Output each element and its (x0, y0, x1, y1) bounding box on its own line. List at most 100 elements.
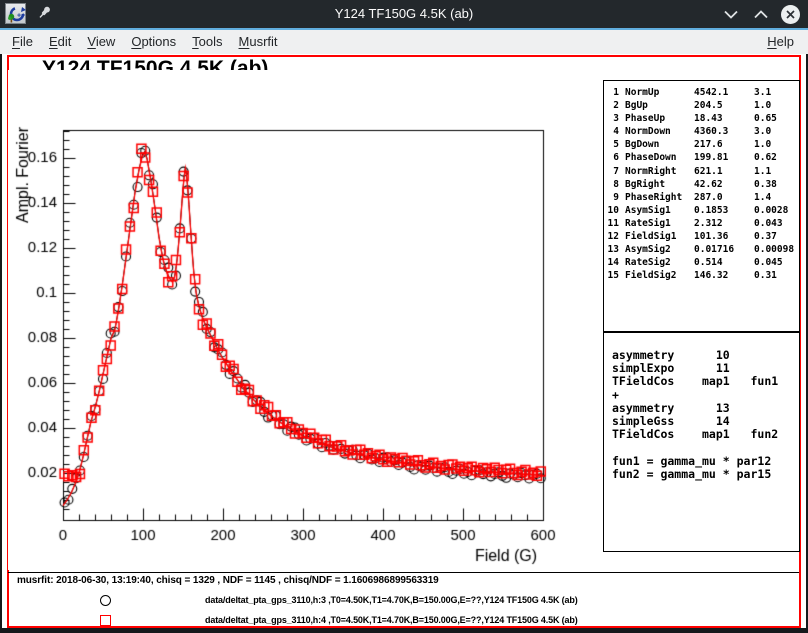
fit-statistics-text: musrfit: 2018-06-30, 13:19:40, chisq = 1… (17, 575, 439, 586)
application-window: ++ Y124 TF150G 4.5K (ab) (0, 0, 808, 633)
param-error: 3.0 (754, 125, 799, 138)
param-name: AsymSig2 (625, 243, 694, 256)
close-icon (785, 9, 796, 20)
menu-item-edit[interactable]: Edit (41, 30, 79, 54)
window-edge (0, 54, 2, 633)
param-row: 10AsymSig10.18530.0028 (604, 204, 799, 217)
param-value: 287.0 (694, 191, 754, 204)
minimize-button[interactable] (721, 4, 741, 24)
param-number: 14 (604, 256, 619, 269)
param-row: 8 BgRight42.620.38 (604, 178, 799, 191)
param-name: NormDown (625, 125, 694, 138)
param-number: 9 (604, 191, 619, 204)
chevron-down-icon (724, 10, 738, 19)
param-number: 12 (604, 230, 619, 243)
theory-text: asymmetry 10 simplExpo 11 TFieldCos map1… (612, 349, 799, 481)
param-row: 6 PhaseDown199.810.62 (604, 151, 799, 164)
param-number: 6 (604, 151, 619, 164)
param-error: 1.0 (754, 99, 799, 112)
param-row: 11 RateSig12.3120.043 (604, 217, 799, 230)
param-number: 3 (604, 112, 619, 125)
param-value: 0.01716 (694, 243, 754, 256)
param-row: 15FieldSig2146.320.31 (604, 269, 799, 282)
param-number: 7 (604, 165, 619, 178)
window-title: Y124 TF150G 4.5K (ab) (0, 0, 808, 28)
param-value: 199.81 (694, 151, 754, 164)
param-error: 0.62 (754, 151, 799, 164)
param-row: 1NormUp4542.13.1 (604, 86, 799, 99)
param-value: 146.32 (694, 269, 754, 282)
param-error: 0.37 (754, 230, 799, 243)
legend-label: data/deltat_pta_gps_3110,h:3 ,T0=4.50K,T… (205, 595, 578, 605)
param-row: 2BgUp204.51.0 (604, 99, 799, 112)
param-value: 0.1853 (694, 204, 754, 217)
param-name: RateSig1 (625, 217, 694, 230)
param-number: 13 (604, 243, 619, 256)
window-edge (0, 628, 808, 633)
param-row: 4 NormDown4360.33.0 (604, 125, 799, 138)
param-value: 4360.3 (694, 125, 754, 138)
legend-item[interactable]: data/deltat_pta_gps_3110,h:3 ,T0=4.50K,T… (0, 594, 790, 608)
param-number: 10 (604, 204, 619, 217)
param-error: 1.0 (754, 138, 799, 151)
param-error: 0.0028 (754, 204, 799, 217)
param-name: RateSig2 (625, 256, 694, 269)
titlebar[interactable]: ++ Y124 TF150G 4.5K (ab) (0, 0, 808, 28)
menubar: File Edit View Options Tools Musrfit Hel… (0, 30, 808, 54)
param-name: FieldSig2 (625, 269, 694, 282)
legend-square-marker-icon (100, 615, 111, 626)
param-name: NormUp (625, 86, 694, 99)
param-error: 0.31 (754, 269, 799, 282)
param-number: 5 (604, 138, 619, 151)
param-name: PhaseRight (625, 191, 694, 204)
param-number: 11 (604, 217, 619, 230)
param-name: PhaseDown (625, 151, 694, 164)
param-value: 101.36 (694, 230, 754, 243)
menu-item-tools[interactable]: Tools (184, 30, 230, 54)
param-name: NormRight (625, 165, 694, 178)
menu-item-file[interactable]: File (4, 30, 41, 54)
param-error: 0.043 (754, 217, 799, 230)
param-number: 8 (604, 178, 619, 191)
param-error: 1.4 (754, 191, 799, 204)
param-value: 4542.1 (694, 86, 754, 99)
param-row: 7NormRight621.11.1 (604, 165, 799, 178)
menu-item-view[interactable]: View (79, 30, 123, 54)
param-row: 14 RateSig20.5140.045 (604, 256, 799, 269)
fourier-plot-canvas[interactable] (8, 70, 598, 570)
param-name: BgRight (625, 178, 694, 191)
param-value: 2.312 (694, 217, 754, 230)
param-value: 42.62 (694, 178, 754, 191)
param-row: 9 PhaseRight287.01.4 (604, 191, 799, 204)
param-number: 2 (604, 99, 619, 112)
param-row: 13AsymSig20.017160.00098 (604, 243, 799, 256)
fit-parameters-rows: 1NormUp4542.13.12BgUp204.51.03PhaseUp18.… (604, 81, 799, 282)
param-error: 0.38 (754, 178, 799, 191)
chevron-up-icon (754, 10, 768, 19)
param-value: 621.1 (694, 165, 754, 178)
close-button[interactable] (781, 5, 800, 24)
info-pad-divider (8, 572, 799, 573)
legend-label: data/deltat_pta_gps_3110,h:4 ,T0=4.50K,T… (205, 615, 578, 625)
param-value: 0.514 (694, 256, 754, 269)
param-row: 5 BgDown217.61.0 (604, 138, 799, 151)
menu-item-options[interactable]: Options (123, 30, 184, 54)
param-number: 4 (604, 125, 619, 138)
menu-item-help[interactable]: Help (759, 30, 802, 54)
param-row: 12FieldSig1101.360.37 (604, 230, 799, 243)
menu-item-musrfit[interactable]: Musrfit (231, 30, 286, 54)
legend-item[interactable]: data/deltat_pta_gps_3110,h:4 ,T0=4.50K,T… (0, 614, 790, 628)
param-name: PhaseUp (625, 112, 694, 125)
legend-circle-marker-icon (100, 595, 111, 606)
maximize-button[interactable] (751, 4, 771, 24)
param-row: 3PhaseUp18.430.65 (604, 112, 799, 125)
param-error: 0.045 (754, 256, 799, 269)
window-controls (721, 0, 800, 28)
param-name: BgUp (625, 99, 694, 112)
param-number: 1 (604, 86, 619, 99)
param-error: 0.65 (754, 112, 799, 125)
param-name: BgDown (625, 138, 694, 151)
fit-parameters-panel[interactable]: 1NormUp4542.13.12BgUp204.51.03PhaseUp18.… (603, 80, 800, 332)
param-value: 217.6 (694, 138, 754, 151)
theory-panel[interactable]: asymmetry 10 simplExpo 11 TFieldCos map1… (603, 332, 800, 552)
